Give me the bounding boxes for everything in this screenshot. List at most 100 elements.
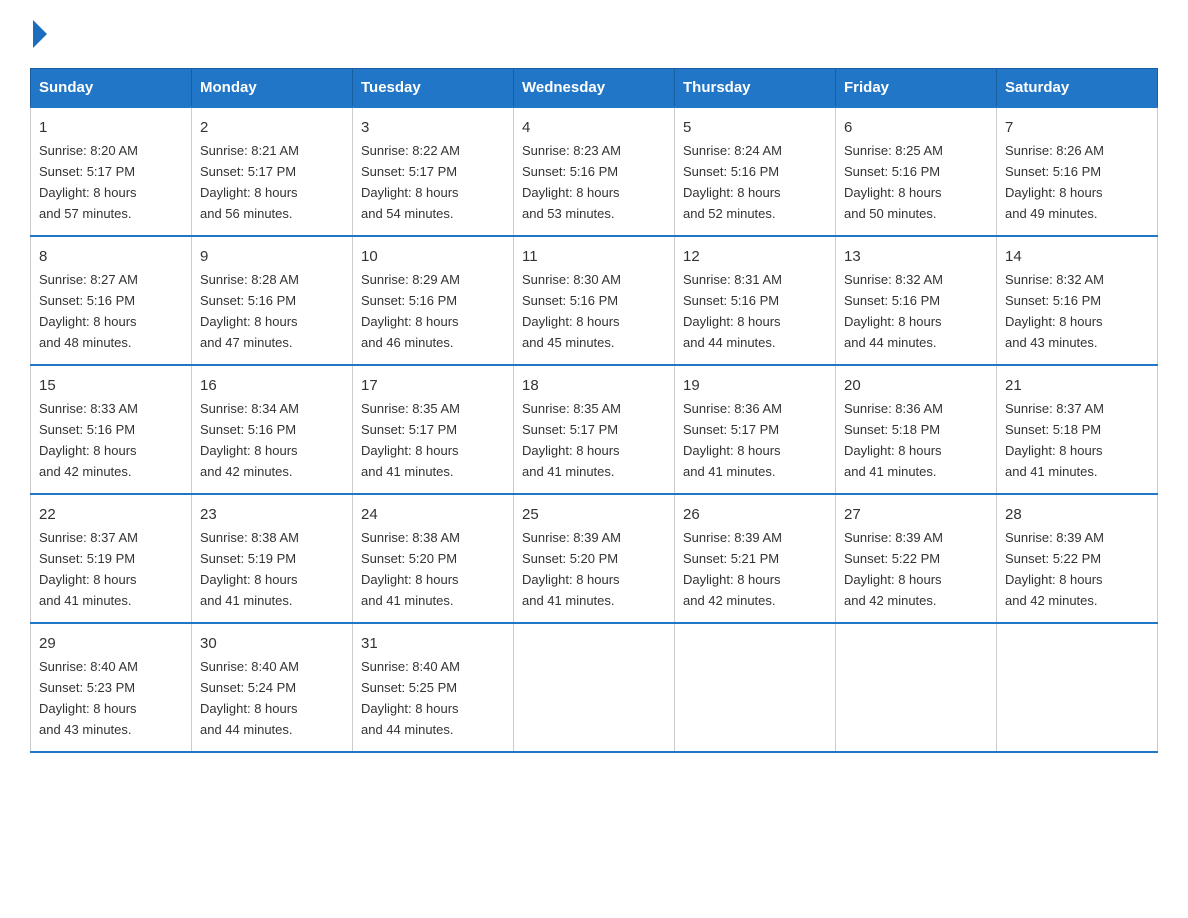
day-info: Sunrise: 8:32 AMSunset: 5:16 PMDaylight:… xyxy=(1005,272,1104,350)
calendar-cell: 9 Sunrise: 8:28 AMSunset: 5:16 PMDaylight… xyxy=(192,236,353,365)
day-info: Sunrise: 8:39 AMSunset: 5:22 PMDaylight:… xyxy=(844,530,943,608)
day-number: 17 xyxy=(361,374,505,397)
weekday-header-thursday: Thursday xyxy=(675,69,836,108)
day-info: Sunrise: 8:36 AMSunset: 5:18 PMDaylight:… xyxy=(844,401,943,479)
calendar-cell: 10 Sunrise: 8:29 AMSunset: 5:16 PMDayligh… xyxy=(353,236,514,365)
day-number: 4 xyxy=(522,116,666,139)
calendar-cell: 3 Sunrise: 8:22 AMSunset: 5:17 PMDaylight… xyxy=(353,107,514,236)
day-number: 15 xyxy=(39,374,183,397)
calendar-cell xyxy=(997,623,1158,752)
calendar-cell: 12 Sunrise: 8:31 AMSunset: 5:16 PMDayligh… xyxy=(675,236,836,365)
day-info: Sunrise: 8:39 AMSunset: 5:20 PMDaylight:… xyxy=(522,530,621,608)
day-info: Sunrise: 8:25 AMSunset: 5:16 PMDaylight:… xyxy=(844,143,943,221)
calendar-cell: 8Sunrise: 8:27 AMSunset: 5:16 PMDaylight… xyxy=(31,236,192,365)
day-info: Sunrise: 8:40 AMSunset: 5:23 PMDaylight:… xyxy=(39,659,138,737)
day-info: Sunrise: 8:22 AMSunset: 5:17 PMDaylight:… xyxy=(361,143,460,221)
day-info: Sunrise: 8:33 AMSunset: 5:16 PMDaylight:… xyxy=(39,401,138,479)
day-number: 6 xyxy=(844,116,988,139)
day-info: Sunrise: 8:40 AMSunset: 5:25 PMDaylight:… xyxy=(361,659,460,737)
calendar-cell xyxy=(514,623,675,752)
weekday-header-saturday: Saturday xyxy=(997,69,1158,108)
logo-arrow-icon xyxy=(33,20,47,48)
calendar-cell: 6 Sunrise: 8:25 AMSunset: 5:16 PMDaylight… xyxy=(836,107,997,236)
calendar-week-2: 8Sunrise: 8:27 AMSunset: 5:16 PMDaylight… xyxy=(31,236,1158,365)
day-number: 9 xyxy=(200,245,344,268)
day-number: 26 xyxy=(683,503,827,526)
calendar-cell: 11 Sunrise: 8:30 AMSunset: 5:16 PMDayligh… xyxy=(514,236,675,365)
day-info: Sunrise: 8:40 AMSunset: 5:24 PMDaylight:… xyxy=(200,659,299,737)
calendar-cell: 18 Sunrise: 8:35 AMSunset: 5:17 PMDayligh… xyxy=(514,365,675,494)
day-number: 7 xyxy=(1005,116,1149,139)
day-info: Sunrise: 8:27 AMSunset: 5:16 PMDaylight:… xyxy=(39,272,138,350)
day-info: Sunrise: 8:31 AMSunset: 5:16 PMDaylight:… xyxy=(683,272,782,350)
day-number: 21 xyxy=(1005,374,1149,397)
day-info: Sunrise: 8:34 AMSunset: 5:16 PMDaylight:… xyxy=(200,401,299,479)
day-info: Sunrise: 8:26 AMSunset: 5:16 PMDaylight:… xyxy=(1005,143,1104,221)
calendar-cell: 7 Sunrise: 8:26 AMSunset: 5:16 PMDaylight… xyxy=(997,107,1158,236)
calendar-cell: 2Sunrise: 8:21 AMSunset: 5:17 PMDaylight… xyxy=(192,107,353,236)
day-info: Sunrise: 8:29 AMSunset: 5:16 PMDaylight:… xyxy=(361,272,460,350)
calendar-table: SundayMondayTuesdayWednesdayThursdayFrid… xyxy=(30,68,1158,753)
page-header xyxy=(30,20,1158,48)
day-info: Sunrise: 8:24 AMSunset: 5:16 PMDaylight:… xyxy=(683,143,782,221)
day-info: Sunrise: 8:38 AMSunset: 5:20 PMDaylight:… xyxy=(361,530,460,608)
day-number: 20 xyxy=(844,374,988,397)
day-number: 23 xyxy=(200,503,344,526)
day-number: 18 xyxy=(522,374,666,397)
day-number: 30 xyxy=(200,632,344,655)
day-number: 24 xyxy=(361,503,505,526)
weekday-header-wednesday: Wednesday xyxy=(514,69,675,108)
day-number: 13 xyxy=(844,245,988,268)
day-info: Sunrise: 8:30 AMSunset: 5:16 PMDaylight:… xyxy=(522,272,621,350)
day-number: 12 xyxy=(683,245,827,268)
calendar-cell: 5 Sunrise: 8:24 AMSunset: 5:16 PMDaylight… xyxy=(675,107,836,236)
day-number: 19 xyxy=(683,374,827,397)
day-info: Sunrise: 8:28 AMSunset: 5:16 PMDaylight:… xyxy=(200,272,299,350)
calendar-cell: 4 Sunrise: 8:23 AMSunset: 5:16 PMDaylight… xyxy=(514,107,675,236)
calendar-cell: 22Sunrise: 8:37 AMSunset: 5:19 PMDayligh… xyxy=(31,494,192,623)
calendar-cell: 30 Sunrise: 8:40 AMSunset: 5:24 PMDayligh… xyxy=(192,623,353,752)
calendar-cell: 1 Sunrise: 8:20 AMSunset: 5:17 PMDaylight… xyxy=(31,107,192,236)
calendar-cell: 14 Sunrise: 8:32 AMSunset: 5:16 PMDayligh… xyxy=(997,236,1158,365)
day-number: 10 xyxy=(361,245,505,268)
calendar-cell: 19Sunrise: 8:36 AMSunset: 5:17 PMDayligh… xyxy=(675,365,836,494)
day-info: Sunrise: 8:20 AMSunset: 5:17 PMDaylight:… xyxy=(39,143,138,221)
day-number: 2 xyxy=(200,116,344,139)
calendar-cell: 21 Sunrise: 8:37 AMSunset: 5:18 PMDayligh… xyxy=(997,365,1158,494)
calendar-cell: 16 Sunrise: 8:34 AMSunset: 5:16 PMDayligh… xyxy=(192,365,353,494)
calendar-cell xyxy=(836,623,997,752)
weekday-header-monday: Monday xyxy=(192,69,353,108)
day-number: 1 xyxy=(39,116,183,139)
calendar-cell: 13Sunrise: 8:32 AMSunset: 5:16 PMDayligh… xyxy=(836,236,997,365)
day-number: 22 xyxy=(39,503,183,526)
day-number: 3 xyxy=(361,116,505,139)
calendar-week-4: 22Sunrise: 8:37 AMSunset: 5:19 PMDayligh… xyxy=(31,494,1158,623)
calendar-cell: 28Sunrise: 8:39 AMSunset: 5:22 PMDayligh… xyxy=(997,494,1158,623)
day-number: 31 xyxy=(361,632,505,655)
weekday-header-sunday: Sunday xyxy=(31,69,192,108)
day-info: Sunrise: 8:37 AMSunset: 5:18 PMDaylight:… xyxy=(1005,401,1104,479)
day-info: Sunrise: 8:39 AMSunset: 5:22 PMDaylight:… xyxy=(1005,530,1104,608)
calendar-cell: 24 Sunrise: 8:38 AMSunset: 5:20 PMDayligh… xyxy=(353,494,514,623)
calendar-cell: 17 Sunrise: 8:35 AMSunset: 5:17 PMDayligh… xyxy=(353,365,514,494)
day-number: 29 xyxy=(39,632,183,655)
day-info: Sunrise: 8:35 AMSunset: 5:17 PMDaylight:… xyxy=(522,401,621,479)
calendar-cell: 20 Sunrise: 8:36 AMSunset: 5:18 PMDayligh… xyxy=(836,365,997,494)
calendar-cell: 27 Sunrise: 8:39 AMSunset: 5:22 PMDayligh… xyxy=(836,494,997,623)
calendar-cell: 26Sunrise: 8:39 AMSunset: 5:21 PMDayligh… xyxy=(675,494,836,623)
calendar-week-5: 29 Sunrise: 8:40 AMSunset: 5:23 PMDayligh… xyxy=(31,623,1158,752)
day-number: 27 xyxy=(844,503,988,526)
calendar-cell: 31 Sunrise: 8:40 AMSunset: 5:25 PMDayligh… xyxy=(353,623,514,752)
weekday-header-row: SundayMondayTuesdayWednesdayThursdayFrid… xyxy=(31,69,1158,108)
calendar-week-1: 1 Sunrise: 8:20 AMSunset: 5:17 PMDaylight… xyxy=(31,107,1158,236)
day-number: 11 xyxy=(522,245,666,268)
day-number: 25 xyxy=(522,503,666,526)
calendar-cell: 25 Sunrise: 8:39 AMSunset: 5:20 PMDayligh… xyxy=(514,494,675,623)
weekday-header-friday: Friday xyxy=(836,69,997,108)
day-number: 5 xyxy=(683,116,827,139)
day-number: 14 xyxy=(1005,245,1149,268)
day-number: 16 xyxy=(200,374,344,397)
day-info: Sunrise: 8:35 AMSunset: 5:17 PMDaylight:… xyxy=(361,401,460,479)
day-info: Sunrise: 8:23 AMSunset: 5:16 PMDaylight:… xyxy=(522,143,621,221)
weekday-header-tuesday: Tuesday xyxy=(353,69,514,108)
